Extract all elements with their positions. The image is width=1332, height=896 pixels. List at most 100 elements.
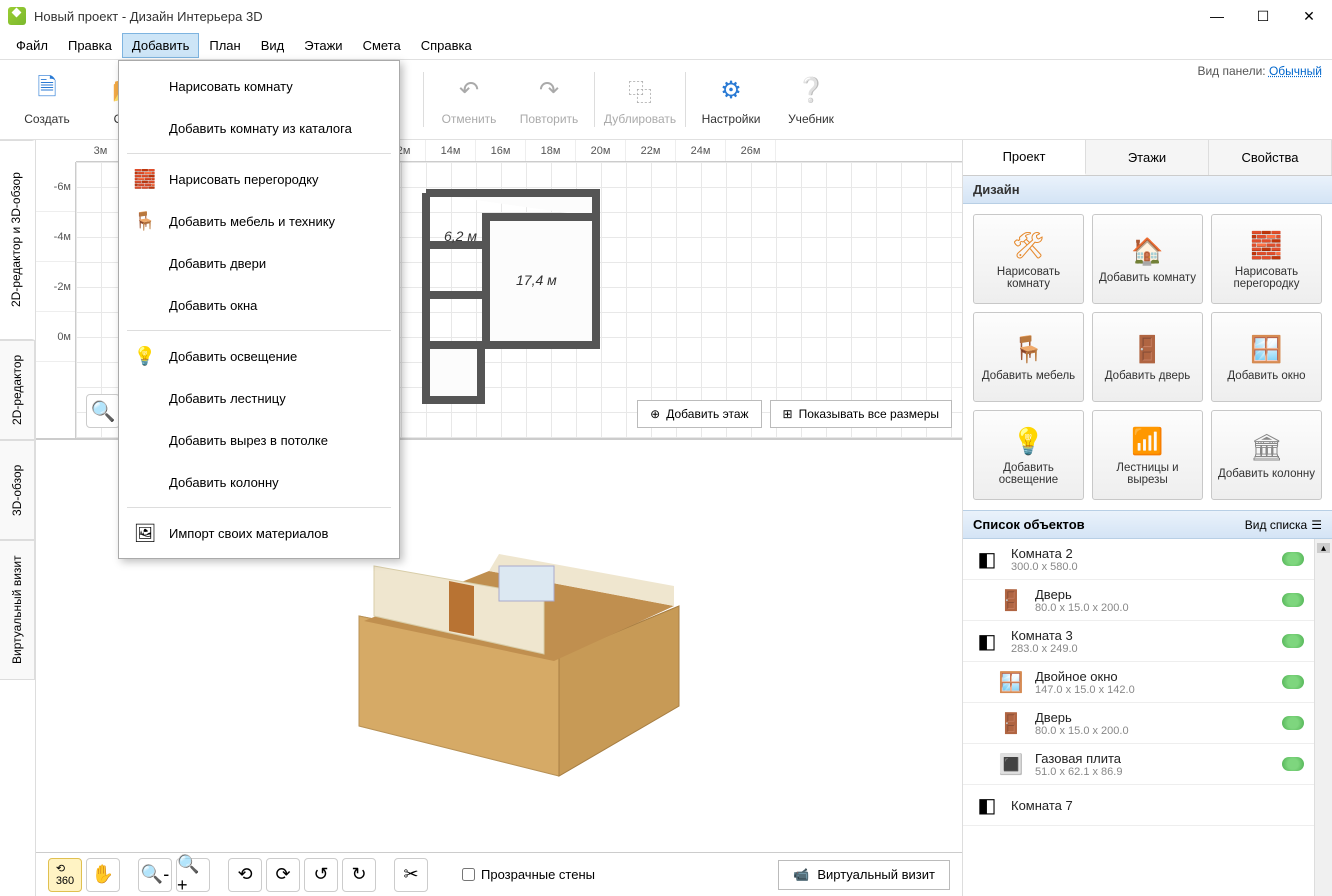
window-title: Новый проект - Дизайн Интерьера 3D [34,9,263,24]
bb-rot-r[interactable]: ⟳ [266,858,300,892]
menu-правка[interactable]: Правка [58,33,122,58]
dd-item[interactable]: Добавить колонну [119,461,399,503]
house-icon: 🏠 [1131,234,1165,268]
bb-zoom-out[interactable]: 🔍- [138,858,172,892]
visibility-toggle[interactable] [1282,593,1304,607]
list-view-mode-button[interactable]: Вид списка ☰ [1245,518,1322,532]
design-brick[interactable]: 🧱Нарисовать перегородку [1211,214,1322,304]
vtab-0[interactable]: 2D-редактор и 3D-обзор [0,140,35,340]
virtual-visit-button[interactable]: 📹Виртуальный визит [778,860,950,890]
window-controls: — ☐ ✕ [1194,0,1332,32]
design-bulb[interactable]: 💡Добавить освещение [973,410,1084,500]
blank-icon [133,293,157,317]
column-icon: 🏛 [1250,430,1284,464]
dd-item[interactable]: Добавить вырез в потолке [119,419,399,461]
design-tools[interactable]: 🛠Нарисовать комнату [973,214,1084,304]
visibility-toggle[interactable] [1282,716,1304,730]
visibility-toggle[interactable] [1282,757,1304,771]
room-area-label: 6,2 м [444,228,477,244]
transparent-walls-checkbox[interactable]: Прозрачные стены [462,867,595,882]
minimize-button[interactable]: — [1194,0,1240,32]
panel-mode-link[interactable]: Обычный [1269,64,1322,78]
design-chair[interactable]: 🪑Добавить мебель [973,312,1084,402]
menu-файл[interactable]: Файл [6,33,58,58]
bb-scissors[interactable]: ✂ [394,858,428,892]
tool-повторить: ↷Повторить [510,65,588,135]
menubar: ФайлПравкаДобавитьПланВидЭтажиСметаСправ… [0,32,1332,60]
visibility-toggle[interactable] [1282,634,1304,648]
object-item[interactable]: 🪟Двойное окно147.0 x 15.0 x 142.0 [963,662,1314,703]
design-tools-grid: 🛠Нарисовать комнату🏠Добавить комнату🧱Нар… [963,204,1332,510]
tool-настройки[interactable]: ⚙Настройки [692,65,770,135]
objects-scrollbar[interactable]: ▴ [1314,539,1332,896]
bb-hand[interactable]: ✋ [86,858,120,892]
menu-справка[interactable]: Справка [411,33,482,58]
dd-item[interactable]: Добавить лестницу [119,377,399,419]
bb-zoom-in[interactable]: 🔍+ [176,858,210,892]
bb-360[interactable]: ⟲360 [48,858,82,892]
design-column[interactable]: 🏛Добавить колонну [1211,410,1322,500]
dd-item[interactable]: 💡Добавить освещение [119,335,399,377]
close-button[interactable]: ✕ [1286,0,1332,32]
blank-icon [133,428,157,452]
vertical-tabs: 2D-редактор и 3D-обзор2D-редактор3D-обзо… [0,140,36,896]
dd-item[interactable]: 🖼Импорт своих материалов [119,512,399,554]
dd-item[interactable]: Нарисовать комнату [119,65,399,107]
tool-учебник[interactable]: ❔Учебник [772,65,850,135]
object-item[interactable]: 🚪Дверь80.0 x 15.0 x 200.0 [963,580,1314,621]
menu-план[interactable]: План [199,33,250,58]
dd-item[interactable]: Добавить комнату из каталога [119,107,399,149]
room-icon: ◧ [973,545,1001,573]
show-sizes-button[interactable]: ⊞Показывать все размеры [770,400,952,428]
design-door[interactable]: 🚪Добавить дверь [1092,312,1203,402]
tool-создать[interactable]: 🗎Создать [8,65,86,135]
rtab-этажи[interactable]: Этажи [1086,140,1209,175]
floorplan-drawing[interactable]: 6,2 м 17,4 м [416,185,616,405]
add-menu-dropdown[interactable]: Нарисовать комнатуДобавить комнату из ка… [118,60,400,559]
dd-item[interactable]: 🧱Нарисовать перегородку [119,158,399,200]
tools-icon: 🛠 [1012,228,1046,262]
dimensions-icon: ⊞ [783,407,793,421]
menu-смета[interactable]: Смета [353,33,411,58]
vtab-2[interactable]: 3D-обзор [0,440,35,540]
design-house[interactable]: 🏠Добавить комнату [1092,214,1203,304]
rtab-проект[interactable]: Проект [963,140,1086,175]
bulb-icon: 💡 [1012,424,1046,458]
object-item[interactable]: ◧Комната 2300.0 x 580.0 [963,539,1314,580]
blank-icon [133,470,157,494]
stove-icon: 🔳 [997,750,1025,778]
objects-list[interactable]: ◧Комната 2300.0 x 580.0🚪Дверь80.0 x 15.0… [963,539,1314,896]
object-item[interactable]: ◧Комната 3283.0 x 249.0 [963,621,1314,662]
tool-отменить: ↶Отменить [430,65,508,135]
object-item[interactable]: 🚪Дверь80.0 x 15.0 x 200.0 [963,703,1314,744]
maximize-button[interactable]: ☐ [1240,0,1286,32]
object-item[interactable]: 🔳Газовая плита51.0 x 62.1 x 86.9 [963,744,1314,785]
visibility-toggle[interactable] [1282,552,1304,566]
visibility-toggle[interactable] [1282,675,1304,689]
design-stairs[interactable]: 📶Лестницы и вырезы [1092,410,1203,500]
dd-item[interactable]: 🪑Добавить мебель и технику [119,200,399,242]
bb-rot-dr[interactable]: ↻ [342,858,376,892]
zoom-tool-icon[interactable]: 🔍 [86,394,120,428]
objects-header-label: Список объектов [973,517,1085,532]
rtab-свойства[interactable]: Свойства [1209,140,1332,175]
brick-icon: 🧱 [1250,228,1284,262]
dd-item[interactable]: Добавить двери [119,242,399,284]
list-mode-icon: ☰ [1311,518,1322,532]
menu-вид[interactable]: Вид [251,33,295,58]
vtab-1[interactable]: 2D-редактор [0,340,35,440]
add-floor-button[interactable]: ⊕Добавить этаж [637,400,761,428]
menu-этажи[interactable]: Этажи [294,33,352,58]
bb-rot-dl[interactable]: ↺ [304,858,338,892]
bulb-icon: 💡 [133,344,157,368]
add-floor-icon: ⊕ [650,407,660,421]
bb-rot-l[interactable]: ⟲ [228,858,262,892]
app-icon [8,7,26,25]
dd-item[interactable]: Добавить окна [119,284,399,326]
design-window[interactable]: 🪟Добавить окно [1211,312,1322,402]
object-item[interactable]: ◧Комната 7 [963,785,1314,826]
window-icon: 🪟 [997,668,1025,696]
menu-добавить[interactable]: Добавить [122,33,199,58]
camera-icon: 📹 [793,867,809,883]
vtab-3[interactable]: Виртуальный визит [0,540,35,680]
